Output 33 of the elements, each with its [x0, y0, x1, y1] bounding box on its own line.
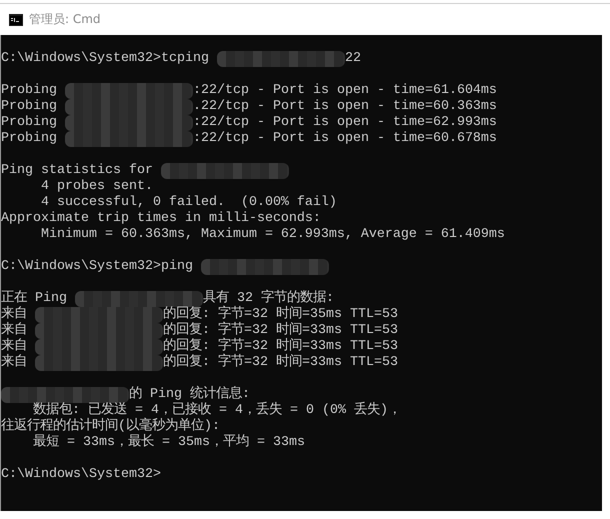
- console-text: Probing: [1, 83, 58, 99]
- console-text: Probing: [1, 115, 58, 131]
- console-text: 4 probes sent.: [40, 179, 153, 195]
- console-text: C:\Windows\System32>: [1, 467, 161, 483]
- console-text: Probing: [1, 131, 58, 147]
- console-text: 往返行程的估计时间(以毫秒为单位):: [1, 419, 220, 434]
- console-text: 来自: [1, 307, 28, 322]
- console-text: :22/tcp - Port is open - time=62.993ms: [193, 115, 497, 131]
- console-text: C:\Windows\System32>ping: [1, 259, 194, 275]
- console-text: 具有 32 字节的数据:: [203, 291, 334, 306]
- console-text: 来自: [1, 339, 28, 354]
- console-text: 数据包: 已发送 = 4，已接收 = 4，丢失 = 0 (0% 丢失)，: [32, 403, 401, 418]
- console-text: 来自: [1, 323, 28, 338]
- console-text: :22/tcp - Port is open - time=61.604ms: [193, 83, 497, 99]
- console-text: C:\Windows\System32>tcping: [1, 51, 210, 67]
- console-text: 的回复: 字节=32 时间=33ms TTL=53: [163, 355, 398, 371]
- console-text: Probing: [1, 99, 58, 115]
- terminal-icon: [9, 14, 23, 26]
- console-text: Approximate trip times in milli-seconds:: [1, 211, 321, 227]
- console-text: 的回复: 字节=32 时间=33ms TTL=53: [163, 339, 398, 354]
- console-text: 来自: [1, 355, 28, 371]
- console-text: 的回复: 字节=32 时间=35ms TTL=53: [163, 307, 398, 322]
- window-title: 管理员: Cmd: [29, 11, 101, 28]
- console-text: .22/tcp - Port is open - time=60.363ms: [193, 99, 497, 115]
- console-text: Ping statistics for: [1, 163, 154, 179]
- console-text: 的回复: 字节=32 时间=33ms TTL=53: [163, 323, 398, 338]
- console-text: 4 successful, 0 failed. (0.00% fail): [40, 195, 337, 211]
- console-text: 最短 = 33ms，最长 = 35ms，平均 = 33ms: [32, 435, 305, 451]
- console-text: Minimum = 60.363ms, Maximum = 62.993ms, Average = 61.409ms: [40, 227, 505, 243]
- console-text: 正在 Ping: [1, 291, 68, 306]
- console-text: :22/tcp - Port is open - time=60.678ms: [193, 131, 497, 147]
- console-text: 22: [344, 51, 361, 67]
- console-text: 的 Ping 统计信息:: [129, 387, 250, 402]
